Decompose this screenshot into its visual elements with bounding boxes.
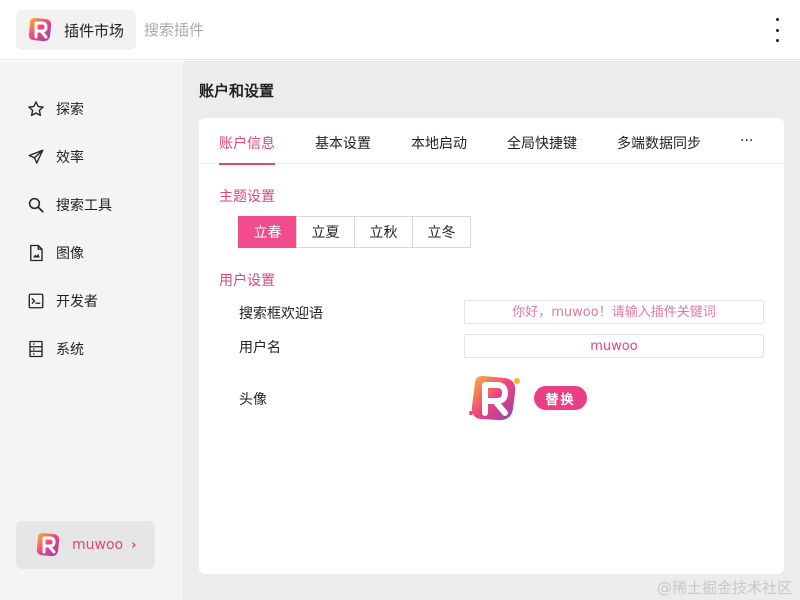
app-logo-icon	[26, 16, 54, 44]
avatar	[34, 531, 62, 559]
theme-selector: 立春 立夏 立秋 立冬	[238, 216, 471, 248]
user-profile-card[interactable]: muwoo ›	[16, 521, 155, 569]
tab-local-launch[interactable]: 本地启动	[411, 133, 467, 164]
sidebar-item-label: 开发者	[56, 294, 98, 310]
sidebar-item-label: 效率	[56, 150, 84, 166]
terminal-icon	[26, 291, 46, 311]
sidebar-item-label: 图像	[56, 246, 84, 262]
sidebar-item-system[interactable]: 系统	[26, 337, 84, 361]
user-section-title: 用户设置	[219, 273, 275, 289]
sidebar: 探索 效率 搜索工具 图像 开发者 系统 muwoo ›	[0, 61, 183, 600]
more-vert-icon[interactable]	[772, 18, 782, 42]
server-icon	[26, 339, 46, 359]
avatar	[465, 373, 525, 425]
top-bar: 插件市场	[0, 0, 800, 60]
greeting-label: 搜索框欢迎语	[239, 306, 323, 322]
tab-bar: 账户信息 基本设置 本地启动 全局快捷键 多端数据同步 ···	[199, 118, 784, 165]
greeting-input[interactable]	[464, 300, 764, 324]
sidebar-item-search-tools[interactable]: 搜索工具	[26, 193, 112, 217]
tab-more[interactable]: ···	[740, 133, 753, 164]
tab-global-shortcuts[interactable]: 全局快捷键	[507, 133, 577, 164]
image-file-icon	[26, 243, 46, 263]
send-icon	[26, 147, 46, 167]
sidebar-item-image[interactable]: 图像	[26, 241, 84, 265]
settings-card: 账户信息 基本设置 本地启动 全局快捷键 多端数据同步 ··· 主题设置 立春 …	[199, 118, 784, 574]
chevron-right-icon: ›	[131, 537, 137, 553]
sidebar-item-label: 系统	[56, 342, 84, 358]
avatar-label: 头像	[239, 392, 267, 408]
watermark: @稀土掘金技术社区	[656, 579, 792, 597]
tab-multi-device-sync[interactable]: 多端数据同步	[617, 133, 701, 164]
sidebar-item-developer[interactable]: 开发者	[26, 289, 98, 313]
theme-section-title: 主题设置	[219, 189, 275, 205]
search-input[interactable]	[144, 18, 444, 42]
username-input[interactable]	[464, 334, 764, 358]
user-name: muwoo	[72, 537, 124, 553]
sidebar-item-label: 搜索工具	[56, 198, 112, 214]
star-icon	[26, 99, 46, 119]
sidebar-item-label: 探索	[56, 102, 84, 118]
sidebar-item-efficiency[interactable]: 效率	[26, 145, 84, 169]
theme-option-summer[interactable]: 立夏	[296, 216, 355, 248]
replace-avatar-button[interactable]: 替换	[534, 386, 587, 410]
page-title: 账户和设置	[199, 82, 275, 100]
main-content: 账户和设置 账户信息 基本设置 本地启动 全局快捷键 多端数据同步 ··· 主题…	[183, 61, 800, 600]
theme-option-autumn[interactable]: 立秋	[354, 216, 413, 248]
theme-option-spring[interactable]: 立春	[238, 216, 297, 248]
sidebar-item-explore[interactable]: 探索	[26, 97, 84, 121]
search-icon	[26, 195, 46, 215]
tab-account-info[interactable]: 账户信息	[219, 133, 275, 165]
username-label: 用户名	[239, 340, 281, 356]
app-title: 插件市场	[64, 21, 125, 40]
theme-option-winter[interactable]: 立冬	[412, 216, 471, 248]
app-title-pill[interactable]: 插件市场	[16, 10, 136, 50]
tab-basic-settings[interactable]: 基本设置	[315, 133, 371, 164]
